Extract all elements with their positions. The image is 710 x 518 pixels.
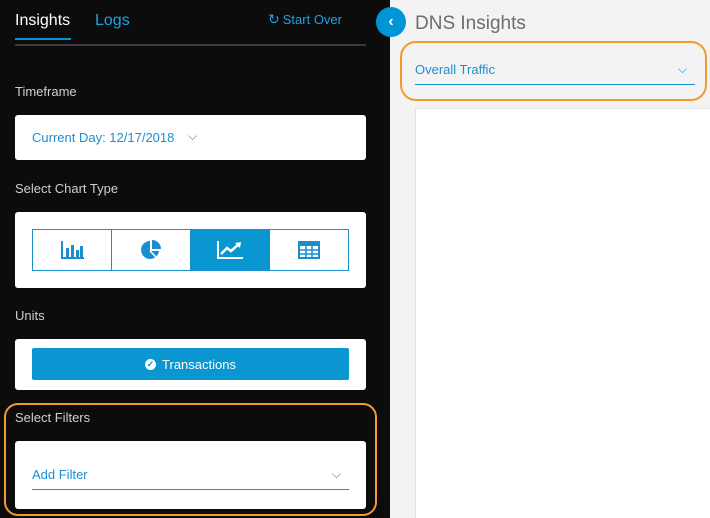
active-tab-indicator [15,38,71,40]
units-label: Units [15,308,45,323]
bar-chart-button[interactable] [33,230,112,270]
chart-type-card [15,212,366,288]
tab-insights-label: Insights [15,12,71,29]
table-button[interactable] [270,230,348,270]
transactions-button[interactable]: ✓ Transactions [32,348,349,380]
bar-chart-icon [61,241,84,259]
left-panel: Insights Logs ↻ Start Over Timeframe Curr… [0,0,390,518]
pie-chart-button[interactable] [112,230,191,270]
units-card: ✓ Transactions [15,339,366,390]
tab-insights[interactable]: Insights [15,12,71,40]
chevron-down-icon[interactable]: ⌵ [188,129,197,144]
timeframe-label: Timeframe [15,84,77,99]
chevron-down-icon: ⌵ [677,62,687,76]
traffic-selector-value: Overall Traffic [415,62,495,77]
pie-chart-icon [141,240,161,259]
table-icon [298,241,320,259]
check-circle-icon: ✓ [145,358,157,370]
transactions-label: Transactions [162,356,236,372]
tab-logs-label: Logs [95,12,130,29]
chart-area [415,108,710,518]
chevron-down-icon: ⌵ [331,467,341,481]
traffic-selector[interactable]: Overall Traffic ⌵ [415,54,695,85]
collapse-panel-button[interactable]: ‹ [376,7,406,37]
start-over-button[interactable]: ↻ Start Over [268,11,342,28]
timeframe-card: Current Day: 12/17/2018 ⌵ [15,115,366,160]
add-filter-dropdown[interactable]: Add Filter ⌵ [32,457,349,490]
filters-card: Add Filter ⌵ [15,441,366,509]
timeframe-dropdown[interactable]: Current Day: 12/17/2018 [32,130,174,145]
filters-label: Select Filters [15,410,91,425]
page-title: DNS Insights [415,13,526,34]
line-chart-button[interactable] [191,230,270,270]
tab-logs[interactable]: Logs [95,12,130,30]
line-chart-icon [217,241,243,259]
tab-bar: Insights Logs ↻ Start Over [15,0,366,46]
add-filter-placeholder: Add Filter [32,467,88,482]
chevron-left-icon: ‹ [388,13,394,30]
start-over-label: Start Over [282,12,342,27]
chart-type-selector [32,229,349,271]
refresh-icon: ↻ [268,11,280,27]
chart-type-label: Select Chart Type [15,181,119,196]
